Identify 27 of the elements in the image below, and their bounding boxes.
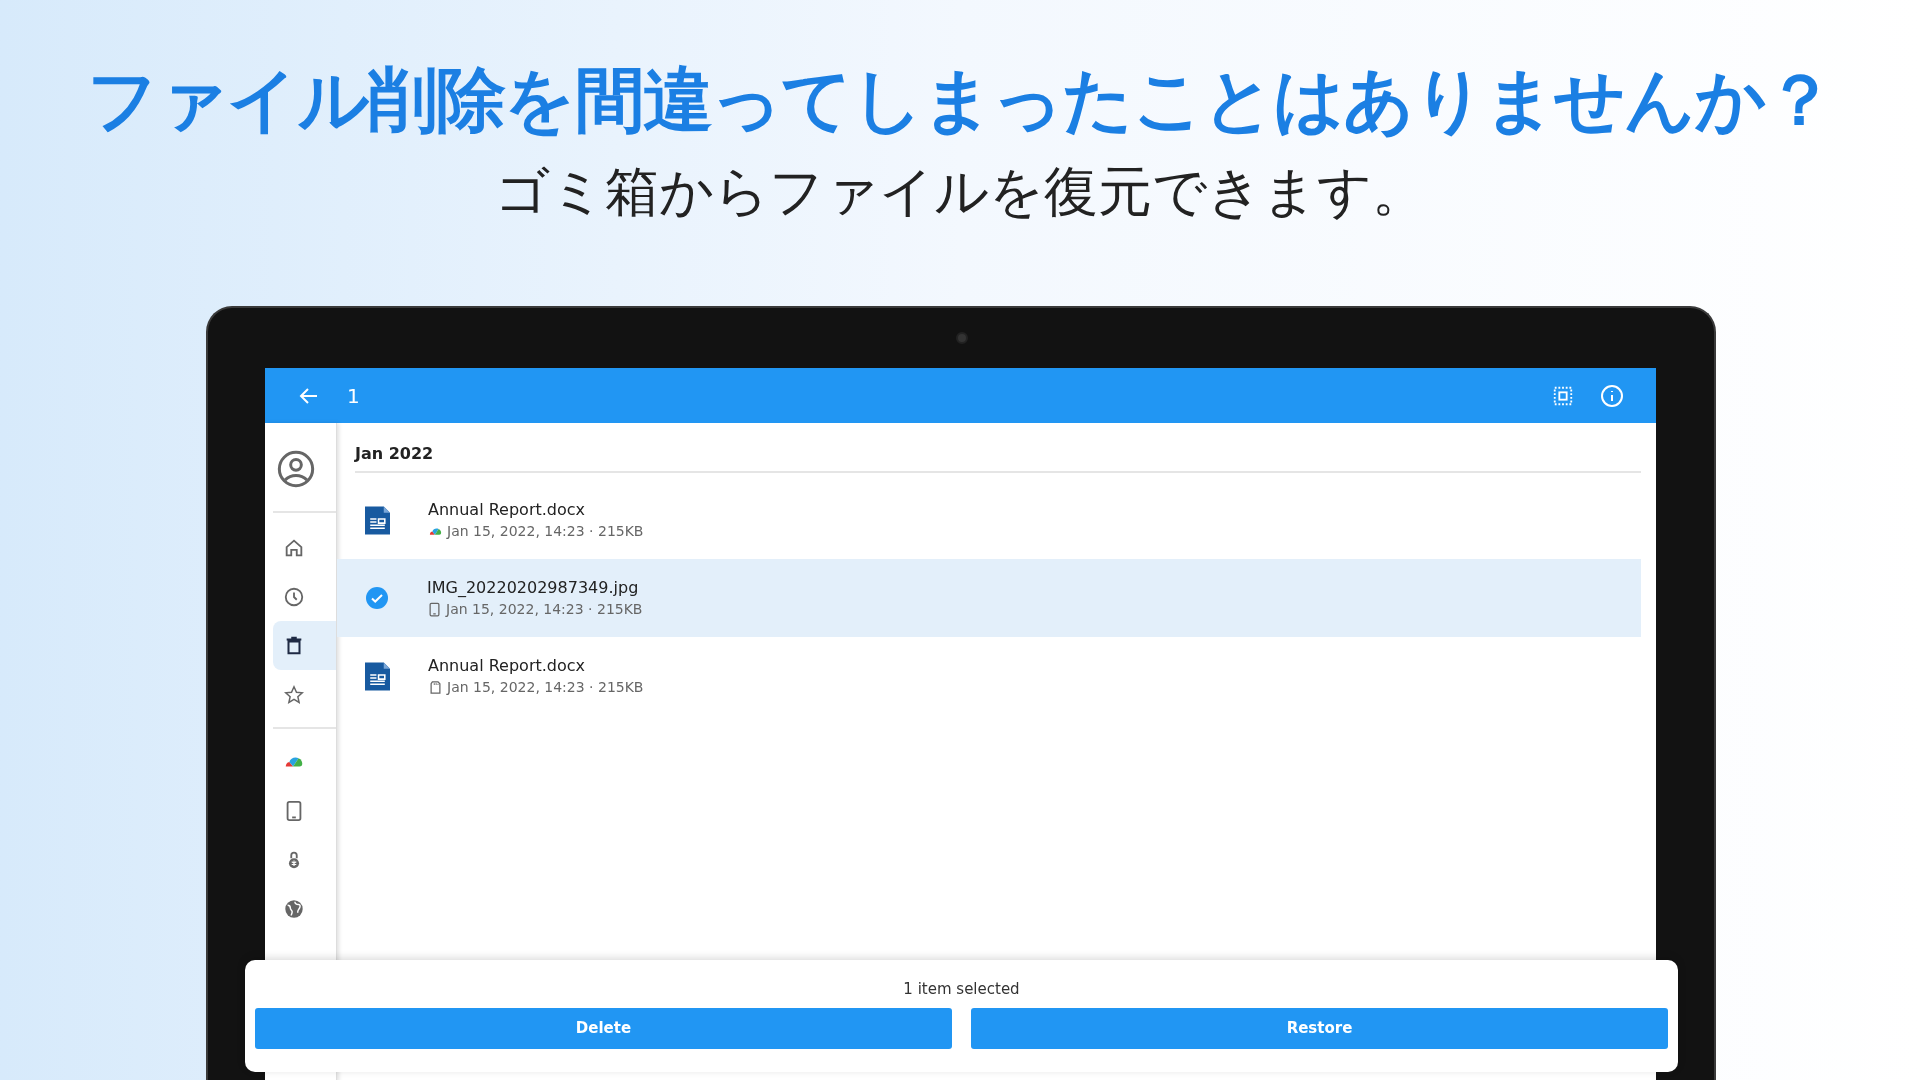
file-details: Jan 15, 2022, 14:23 · 215KB: [446, 600, 643, 619]
file-name: Annual Report.docx: [428, 499, 587, 521]
file-name: IMG_20220202987349.jpg: [427, 577, 640, 599]
avatar-icon[interactable]: [275, 449, 316, 489]
file-row[interactable]: IMG_20220202987349.jpg Jan 15, 2022, 14:23 · 215KB: [337, 559, 1641, 637]
star-icon: [283, 683, 305, 706]
tablet-icon: [427, 601, 442, 617]
document-icon: [365, 661, 390, 691]
select-all-button[interactable]: [1552, 384, 1574, 407]
document-icon: [365, 505, 390, 535]
subheadline: ゴミ箱からファイルを復元できます。: [494, 160, 1426, 224]
clock-icon: [283, 585, 305, 608]
headline: ファイル削除を間違ってしまったことはありませんか？: [86, 58, 1834, 142]
file-details: Jan 15, 2022, 14:23 · 215KB: [447, 678, 644, 697]
file-row[interactable]: Annual Report.docx Jan 15, 2022, 14:23 · 215KB: [337, 481, 1641, 559]
memory-card-icon: [428, 679, 443, 695]
date-group-header: Jan 2022: [355, 437, 1641, 473]
camera-icon: [956, 332, 968, 344]
checkmark-icon[interactable]: [365, 586, 389, 610]
globe-icon: [283, 897, 305, 920]
file-row[interactable]: Annual Report.docx Jan 15, 2022, 14:23 · 215KB: [337, 637, 1641, 715]
selection-status: 1 item selected: [902, 979, 1021, 1000]
sidebar-item[interactable]: [273, 621, 336, 670]
file-name: Annual Report.docx: [428, 655, 587, 677]
info-button[interactable]: [1600, 383, 1624, 408]
file-details: Jan 15, 2022, 14:23 · 215KB: [447, 522, 644, 541]
selection-count: 1: [347, 382, 360, 410]
